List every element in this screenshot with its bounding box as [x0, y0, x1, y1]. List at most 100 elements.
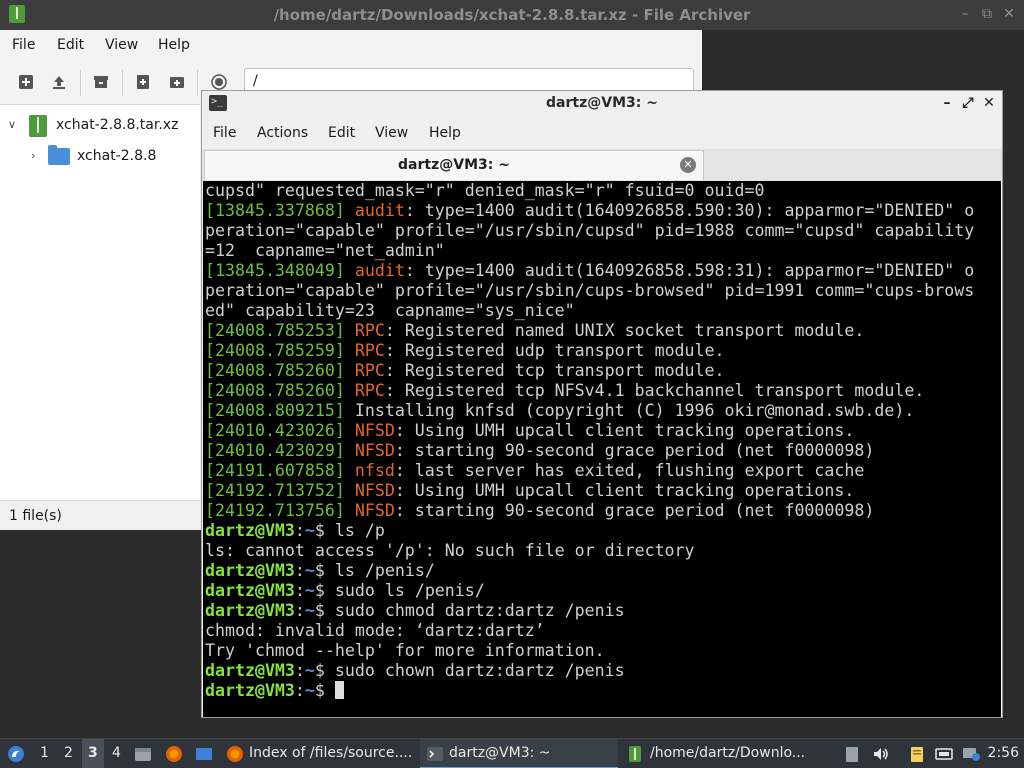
terminal-line: [24008.785253] RPC: Registered named UNI…	[205, 321, 864, 341]
tree-item-label: xchat-2.8.8.tar.xz	[56, 117, 179, 133]
menu-view[interactable]: View	[105, 37, 138, 53]
maximize-button[interactable]: ⤢	[959, 94, 977, 112]
show-desktop-icon[interactable]	[195, 745, 213, 763]
terminal-line: [24010.423026] NFSD: Using UMH upcall cl…	[205, 421, 854, 441]
notes-icon[interactable]	[908, 745, 926, 763]
extract-icon[interactable]	[51, 74, 67, 90]
tab-terminal[interactable]: dartz@VM3: ~ ✕	[204, 150, 704, 180]
terminal-text-segment: ~	[304, 661, 315, 680]
minimize-button[interactable]: –	[938, 94, 956, 112]
terminal-text-segment: : Using UMH upcall client tracking opera…	[394, 421, 855, 440]
network-icon[interactable]	[935, 745, 953, 763]
new-archive-icon[interactable]	[18, 74, 34, 90]
workspace-3[interactable]: 3	[88, 745, 98, 761]
menu-file[interactable]: File	[12, 37, 35, 53]
terminal-line: ls: cannot access '/p': No such file or …	[205, 541, 695, 561]
terminal-text-segment: ~	[304, 521, 315, 540]
task-firefox[interactable]: Index of /files/source....	[222, 739, 418, 768]
clipboard-icon[interactable]	[843, 745, 861, 763]
menu-help[interactable]: Help	[158, 37, 190, 53]
maximize-button[interactable]: ⧉	[978, 5, 996, 23]
text-cursor	[334, 681, 344, 699]
terminal-text-segment: NFSD	[354, 441, 395, 460]
terminal-line: [24008.785260] RPC: Registered tcp NFSv4…	[205, 381, 924, 401]
terminal-text-segment: NFSD	[354, 421, 395, 440]
workspace-1[interactable]: 1	[40, 745, 49, 761]
menu-file[interactable]: File	[213, 125, 236, 141]
firefox-icon	[227, 746, 243, 762]
archive-box-icon[interactable]	[93, 74, 109, 90]
add-folder-icon[interactable]	[169, 74, 185, 90]
terminal-text-segment: ~	[304, 681, 315, 700]
archive-icon	[629, 746, 641, 762]
task-terminal[interactable]: dartz@VM3: ~	[420, 739, 618, 768]
terminal-line: chmod: invalid mode: ‘dartz:dartz’	[205, 621, 545, 641]
close-button[interactable]: ✕	[980, 94, 998, 112]
terminal-text-segment: :	[294, 581, 305, 600]
terminal-line: dartz@VM3:~$ sudo ls /penis/	[205, 581, 485, 601]
tree-item-archive[interactable]: ∨ xchat-2.8.8.tar.xz	[0, 111, 200, 139]
menu-edit[interactable]: Edit	[328, 125, 355, 141]
start-menu-icon[interactable]	[7, 745, 25, 763]
clock[interactable]: 2:56	[988, 745, 1019, 761]
terminal-text-segment: : starting 90-second grace period (net f…	[394, 441, 875, 460]
terminal-text-segment: ed" capability=23 capname="sys_nice"	[205, 301, 575, 320]
terminal-line: peration="capable" profile="/usr/sbin/cu…	[205, 281, 974, 301]
terminal-text-segment: $ ls /penis/	[314, 561, 435, 580]
terminal-text-segment: RPC	[354, 361, 385, 380]
update-notifier-icon[interactable]	[962, 745, 980, 763]
firefox-icon[interactable]	[165, 745, 183, 763]
terminal-text-segment: [24191.607858]	[205, 461, 355, 480]
terminal-output[interactable]: cupsd" requested_mask="r" denied_mask="r…	[203, 181, 1001, 717]
toolbar-separator	[80, 70, 81, 96]
terminal-icon	[427, 747, 443, 761]
terminal-text-segment: : type=1400 audit(1640926858.590:30): ap…	[404, 201, 975, 220]
terminal-text-segment: cupsd" requested_mask="r" denied_mask="r…	[205, 181, 765, 200]
file-archiver-title: /home/dartz/Downloads/xchat-2.8.8.tar.xz…	[273, 6, 751, 24]
terminal-menubar: File Actions Edit View Help	[202, 119, 1002, 149]
minimize-button[interactable]: –	[956, 5, 974, 23]
terminal-line: peration="capable" profile="/usr/sbin/cu…	[205, 221, 974, 241]
volume-icon[interactable]	[872, 745, 890, 763]
tree-item-folder[interactable]: › xchat-2.8.8	[0, 142, 200, 170]
workspace-4[interactable]: 4	[112, 745, 121, 761]
stop-icon[interactable]	[211, 74, 227, 90]
terminal-line: [13845.337868] audit: type=1400 audit(16…	[205, 201, 974, 221]
close-button[interactable]: ✕	[1000, 5, 1018, 23]
task-label: Index of /files/source....	[249, 745, 413, 761]
task-file-archiver[interactable]: /home/dartz/Downlo...	[622, 739, 818, 768]
terminal-text-segment: :	[294, 521, 305, 540]
tree-item-label: xchat-2.8.8	[77, 148, 157, 164]
menu-edit[interactable]: Edit	[57, 37, 84, 53]
terminal-titlebar[interactable]: >_ dartz@VM3: ~ – ⤢ ✕	[202, 91, 1002, 116]
terminal-text-segment: :	[294, 601, 305, 620]
archive-icon	[29, 115, 47, 137]
terminal-text-segment: [13845.337868]	[205, 201, 355, 220]
workspace-2[interactable]: 2	[64, 745, 73, 761]
taskbar: 1 2 3 4 Index of /files/source.... dartz…	[0, 738, 1024, 768]
chevron-right-icon[interactable]: ›	[31, 149, 35, 162]
file-manager-icon[interactable]	[134, 745, 152, 763]
terminal-text-segment: ls: cannot access '/p': No such file or …	[205, 541, 695, 560]
terminal-text-segment: [24010.423026]	[205, 421, 355, 440]
menu-actions[interactable]: Actions	[257, 125, 308, 141]
file-archiver-menubar: File Edit View Help	[0, 30, 702, 60]
terminal-text-segment: dartz@VM3	[205, 581, 295, 600]
add-files-icon[interactable]	[135, 74, 151, 90]
task-label: dartz@VM3: ~	[449, 745, 551, 761]
terminal-text-segment: ~	[304, 601, 315, 620]
close-tab-icon[interactable]: ✕	[680, 157, 696, 173]
terminal-text-segment: audit	[354, 261, 405, 280]
terminal-line: [13845.348049] audit: type=1400 audit(16…	[205, 261, 974, 281]
file-archiver-titlebar[interactable]: /home/dartz/Downloads/xchat-2.8.8.tar.xz…	[0, 0, 1024, 30]
terminal-text-segment: dartz@VM3	[205, 661, 295, 680]
terminal-text-segment: dartz@VM3	[205, 681, 295, 700]
toolbar-separator	[122, 70, 123, 96]
menu-help[interactable]: Help	[429, 125, 461, 141]
terminal-text-segment: Installing knfsd (copyright (C) 1996 oki…	[354, 401, 915, 420]
chevron-down-icon[interactable]: ∨	[8, 118, 16, 131]
terminal-text-segment: : Registered udp transport module.	[384, 341, 725, 360]
terminal-line: dartz@VM3:~$ sudo chown dartz:dartz /pen…	[205, 661, 625, 681]
terminal-text-segment: : Registered tcp NFSv4.1 backchannel tra…	[384, 381, 925, 400]
menu-view[interactable]: View	[375, 125, 408, 141]
